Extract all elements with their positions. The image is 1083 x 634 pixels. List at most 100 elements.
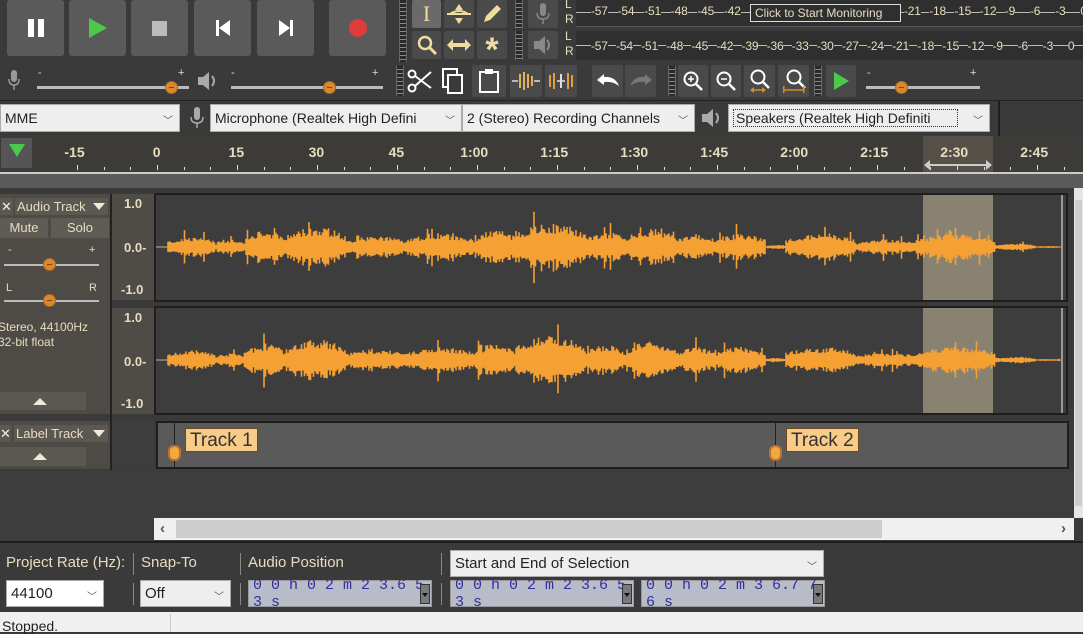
play-head-button[interactable]	[1, 138, 32, 168]
meter-grip[interactable]	[515, 0, 523, 29]
record-meter-button[interactable]	[528, 0, 558, 28]
label-track-1[interactable]: Track 1	[185, 428, 258, 452]
record-icon	[348, 19, 367, 37]
chevron-up-icon	[33, 453, 47, 460]
ruler-major-tick	[637, 165, 638, 170]
selection-tool[interactable]: I	[412, 0, 441, 28]
redo-button[interactable]	[625, 65, 656, 97]
play-speed-slider[interactable]	[866, 86, 980, 89]
waveform-left-channel	[156, 211, 1062, 284]
silence-button[interactable]	[545, 65, 577, 97]
track-menu-button[interactable]: Audio Track	[15, 198, 108, 215]
mute-button[interactable]: Mute	[0, 218, 48, 238]
rec-meter-left-label: L	[565, 0, 572, 11]
format-menu-icon[interactable]	[813, 584, 823, 604]
recording-volume-knob[interactable]	[165, 81, 178, 94]
label-track-2[interactable]: Track 2	[786, 428, 859, 452]
audio-host-select[interactable]: MME ﹀	[0, 104, 180, 132]
audio-position-field[interactable]: 0 0 h 0 2 m 2 3.6 5 3 s	[248, 577, 432, 611]
scale-mid: 0.0-	[124, 354, 147, 369]
selection-range-arrow[interactable]	[924, 157, 992, 170]
skip-to-end-button[interactable]	[257, 0, 314, 56]
collapse-track-button[interactable]	[0, 447, 86, 466]
meter-scale-label: -6	[1030, 4, 1041, 18]
selection-end-field[interactable]: 0 0 h 0 2 m 3 6.7 7 6 s	[641, 577, 825, 611]
waveform-right-channel	[156, 324, 1062, 394]
trim-button[interactable]	[510, 65, 542, 97]
gain-knob[interactable]	[43, 258, 56, 271]
scroll-thumb[interactable]	[1075, 200, 1082, 506]
close-track-button[interactable]: ✕	[0, 425, 11, 442]
format-menu-icon[interactable]	[622, 584, 632, 604]
playback-meter[interactable]: -57 -54 -51 -48 -45 -42 -39 -36 -33 -30 -27 -24 -21-…	[576, 31, 1083, 60]
channel-1-waveform[interactable]	[154, 193, 1068, 302]
zoom-in-button[interactable]	[678, 65, 708, 97]
play-speed-knob[interactable]	[895, 81, 908, 94]
recording-channels-select[interactable]: 2 (Stereo) Recording Channels ﹀	[462, 104, 695, 132]
monitor-tooltip[interactable]: Click to Start Monitoring	[750, 4, 901, 22]
view-grip[interactable]	[668, 66, 676, 96]
play-at-speed-grip[interactable]	[814, 66, 822, 96]
vertical-scrollbar[interactable]	[1074, 188, 1083, 518]
fit-selection-button[interactable]	[744, 65, 775, 97]
zoom-out-button[interactable]	[711, 65, 741, 97]
snap-to-select[interactable]: Off ﹀	[140, 580, 231, 607]
label-track-area[interactable]: Track 1 Track 2	[156, 421, 1069, 469]
project-rate-select[interactable]: 44100 ﹀	[6, 580, 104, 607]
undo-button[interactable]	[592, 65, 623, 97]
horizontal-scrollbar[interactable]: ‹ ›	[154, 518, 1074, 540]
paste-button[interactable]	[472, 65, 506, 97]
play-button[interactable]	[69, 0, 126, 56]
play-at-speed-button[interactable]	[826, 65, 856, 97]
meter-scale-label: -42	[716, 39, 734, 53]
scroll-right-icon[interactable]: ›	[1061, 520, 1066, 537]
speaker-icon	[700, 108, 724, 133]
zoom-tool[interactable]	[412, 31, 441, 59]
chevron-down-icon: ﹀	[973, 116, 983, 127]
empty-track-area[interactable]	[0, 470, 1073, 518]
selection-mode-select[interactable]: Start and End of Selection ﹀	[450, 550, 824, 577]
multi-tool[interactable]: *	[477, 31, 507, 67]
ruler-major-tick	[237, 165, 238, 170]
collapse-track-button[interactable]	[0, 392, 86, 410]
tools-grip[interactable]	[399, 0, 407, 62]
meter-scale-label: -36	[766, 39, 784, 53]
solo-button[interactable]: Solo	[51, 218, 109, 238]
record-button[interactable]	[329, 0, 386, 56]
label-handle-icon[interactable]	[168, 445, 181, 461]
chevron-down-icon	[93, 203, 105, 210]
envelope-tool[interactable]	[444, 0, 474, 28]
ruler-minor-tick	[1063, 167, 1065, 170]
recording-device-select[interactable]: Microphone (Realtek High Defini ﹀	[210, 104, 462, 132]
format-menu-icon[interactable]	[420, 584, 430, 604]
speed-max: +	[970, 67, 977, 79]
playback-volume-slider[interactable]	[231, 86, 383, 89]
draw-tool[interactable]	[477, 0, 507, 28]
scroll-thumb[interactable]	[176, 520, 882, 538]
playback-meter-button[interactable]	[528, 31, 558, 59]
fit-project-button[interactable]	[778, 65, 809, 97]
time-shift-tool[interactable]	[444, 31, 474, 59]
edit-grip[interactable]	[396, 66, 404, 96]
fit-selection-icon	[749, 69, 770, 93]
ruler-minor-tick	[690, 167, 692, 170]
meter-scale-label: -51	[644, 4, 661, 18]
meter-grip-2[interactable]	[515, 31, 523, 60]
skip-to-start-button[interactable]	[194, 0, 251, 56]
scroll-left-icon[interactable]: ‹	[160, 520, 165, 537]
label-handle-icon[interactable]	[769, 445, 782, 461]
ruler-major-tick	[717, 165, 718, 170]
close-track-button[interactable]: ✕	[0, 198, 13, 215]
playback-device-select[interactable]: Speakers (Realtek High Definiti ﹀	[728, 104, 990, 132]
ruler-label: 45	[388, 144, 405, 160]
pause-button[interactable]	[7, 0, 64, 56]
pan-knob[interactable]	[43, 294, 56, 307]
stop-button[interactable]	[131, 0, 188, 56]
channel-2-waveform[interactable]	[154, 306, 1068, 415]
track-menu-button[interactable]: Label Track	[14, 425, 108, 442]
copy-button[interactable]	[438, 65, 468, 97]
selection-start-field[interactable]: 0 0 h 0 2 m 2 3.6 5 3 s	[450, 577, 634, 611]
playback-volume-knob[interactable]	[323, 81, 336, 94]
cut-button[interactable]	[405, 65, 435, 97]
chevron-down-icon: ﹀	[87, 591, 97, 603]
